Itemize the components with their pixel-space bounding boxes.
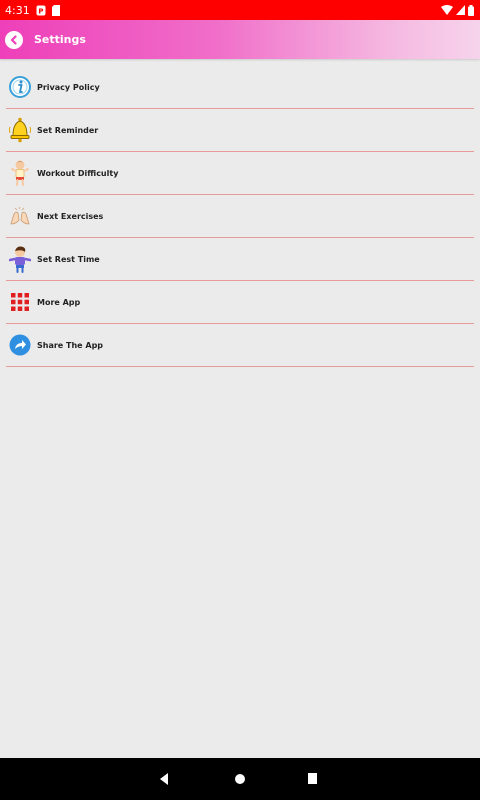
share-arrow-icon <box>7 332 33 358</box>
settings-item-label: Privacy Policy <box>37 82 100 92</box>
back-button[interactable] <box>5 30 23 49</box>
notification-app-icon: P <box>36 5 46 16</box>
status-right <box>441 4 474 16</box>
bell-icon <box>7 117 33 143</box>
settings-list: Privacy Policy Set Reminder Workout Diff… <box>6 66 474 367</box>
home-circle-icon <box>233 772 247 786</box>
settings-item-label: Next Exercises <box>37 211 104 221</box>
settings-item-share-the-app[interactable]: Share The App <box>6 324 474 367</box>
settings-item-label: Set Reminder <box>37 125 99 135</box>
signal-icon <box>456 5 465 15</box>
system-nav-bar <box>0 758 480 800</box>
settings-item-workout-difficulty[interactable]: Workout Difficulty <box>6 152 474 195</box>
settings-item-label: Share The App <box>37 340 104 350</box>
battery-icon <box>468 4 474 16</box>
settings-item-label: Set Rest Time <box>37 254 100 264</box>
settings-item-more-app[interactable]: More App <box>6 281 474 324</box>
page-title: Settings <box>34 33 86 46</box>
boy-icon <box>7 246 33 273</box>
app-bar: Settings <box>0 20 480 59</box>
nav-home-button[interactable] <box>233 772 247 786</box>
nav-back-button[interactable] <box>158 772 170 786</box>
sd-card-icon <box>51 4 60 16</box>
status-bar: 4:31 P <box>0 0 480 20</box>
svg-text:P: P <box>38 7 43 15</box>
status-left: 4:31 P <box>5 4 60 17</box>
settings-item-set-rest-time[interactable]: Set Rest Time <box>6 238 474 281</box>
wifi-icon <box>441 5 453 15</box>
settings-item-privacy-policy[interactable]: Privacy Policy <box>6 66 474 109</box>
grid-icon <box>7 289 33 315</box>
clapping-hands-icon <box>7 203 33 229</box>
settings-item-label: More App <box>37 297 81 307</box>
nav-recents-button[interactable] <box>307 772 319 786</box>
status-time: 4:31 <box>5 3 30 17</box>
settings-item-label: Workout Difficulty <box>37 168 119 178</box>
recents-square-icon <box>307 772 319 786</box>
back-triangle-icon <box>158 772 170 786</box>
settings-item-set-reminder[interactable]: Set Reminder <box>6 109 474 152</box>
info-icon <box>7 74 33 100</box>
kid-icon <box>7 160 33 186</box>
settings-item-next-exercises[interactable]: Next Exercises <box>6 195 474 238</box>
chevron-left-icon <box>9 34 19 45</box>
